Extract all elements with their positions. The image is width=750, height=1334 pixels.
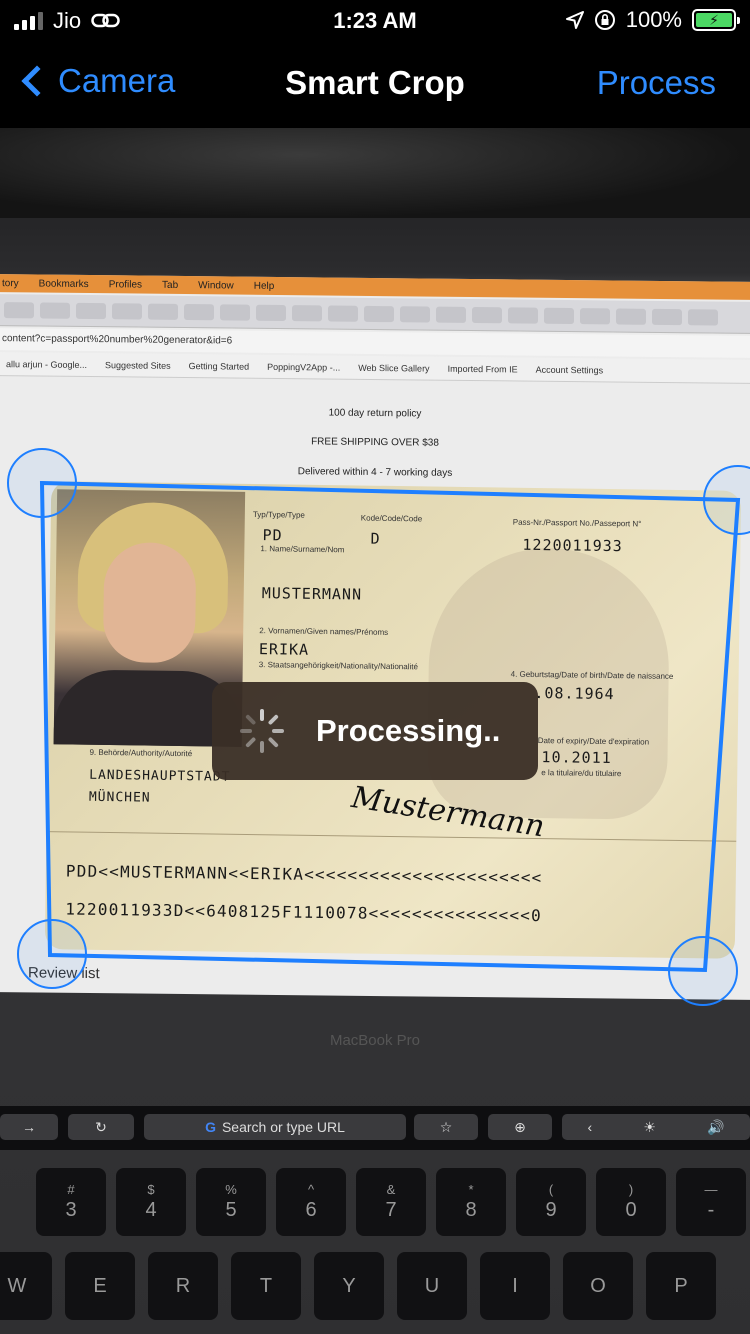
crop-handle-bottom-right[interactable] (668, 936, 738, 1006)
crop-handle-bottom-left[interactable] (17, 919, 87, 989)
crop-handle-top-left[interactable] (7, 448, 77, 518)
processing-label: Processing.. (316, 713, 501, 748)
spinner-icon (240, 709, 284, 753)
processing-toast: Processing.. (212, 682, 538, 780)
crop-handle-top-right[interactable] (703, 465, 750, 535)
crop-overlay (7, 448, 750, 1006)
